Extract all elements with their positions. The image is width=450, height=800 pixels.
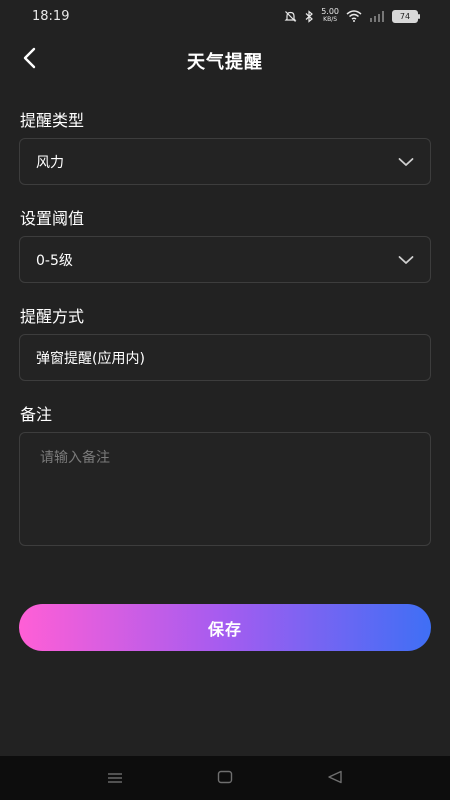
battery-icon: 74 (392, 9, 420, 23)
navigation-bar (0, 756, 450, 800)
home-icon (217, 769, 233, 788)
note-label: 备注 (20, 405, 53, 424)
bluetooth-icon (304, 9, 314, 23)
network-speed-value: 5.00 (321, 7, 339, 16)
network-speed-unit: KB/S (323, 16, 338, 23)
threshold-value: 0-5级 (36, 252, 73, 269)
signal-icon (369, 10, 385, 22)
page-title: 天气提醒 (187, 52, 263, 73)
method-value: 弹窗提醒(应用内) (36, 350, 145, 367)
status-time: 18:19 (32, 8, 70, 24)
nav-home-button[interactable] (205, 758, 245, 798)
back-triangle-icon (327, 769, 343, 788)
header: 天气提醒 (0, 40, 450, 80)
save-button[interactable]: 保存 (19, 604, 431, 651)
nav-menu-button[interactable] (95, 758, 135, 798)
nav-back-button[interactable] (315, 758, 355, 798)
reminder-type-label: 提醒类型 (20, 111, 85, 130)
chevron-down-icon (398, 157, 414, 167)
reminder-type-select[interactable]: 风力 (19, 138, 431, 185)
reminder-type-value: 风力 (36, 154, 64, 171)
threshold-select[interactable]: 0-5级 (19, 236, 431, 283)
network-speed: 5.00 KB/S (321, 8, 339, 24)
status-bar: 18:19 5.00 KB/S 74 (0, 0, 450, 32)
note-input[interactable] (19, 432, 431, 546)
menu-icon (107, 769, 123, 788)
mute-bell-icon (284, 10, 297, 23)
wifi-icon (346, 10, 362, 22)
method-field[interactable]: 弹窗提醒(应用内) (19, 334, 431, 381)
chevron-down-icon (398, 255, 414, 265)
battery-level: 74 (399, 11, 411, 21)
threshold-label: 设置阈值 (20, 209, 85, 228)
method-label: 提醒方式 (20, 307, 85, 326)
status-icons: 5.00 KB/S 74 (284, 8, 420, 24)
